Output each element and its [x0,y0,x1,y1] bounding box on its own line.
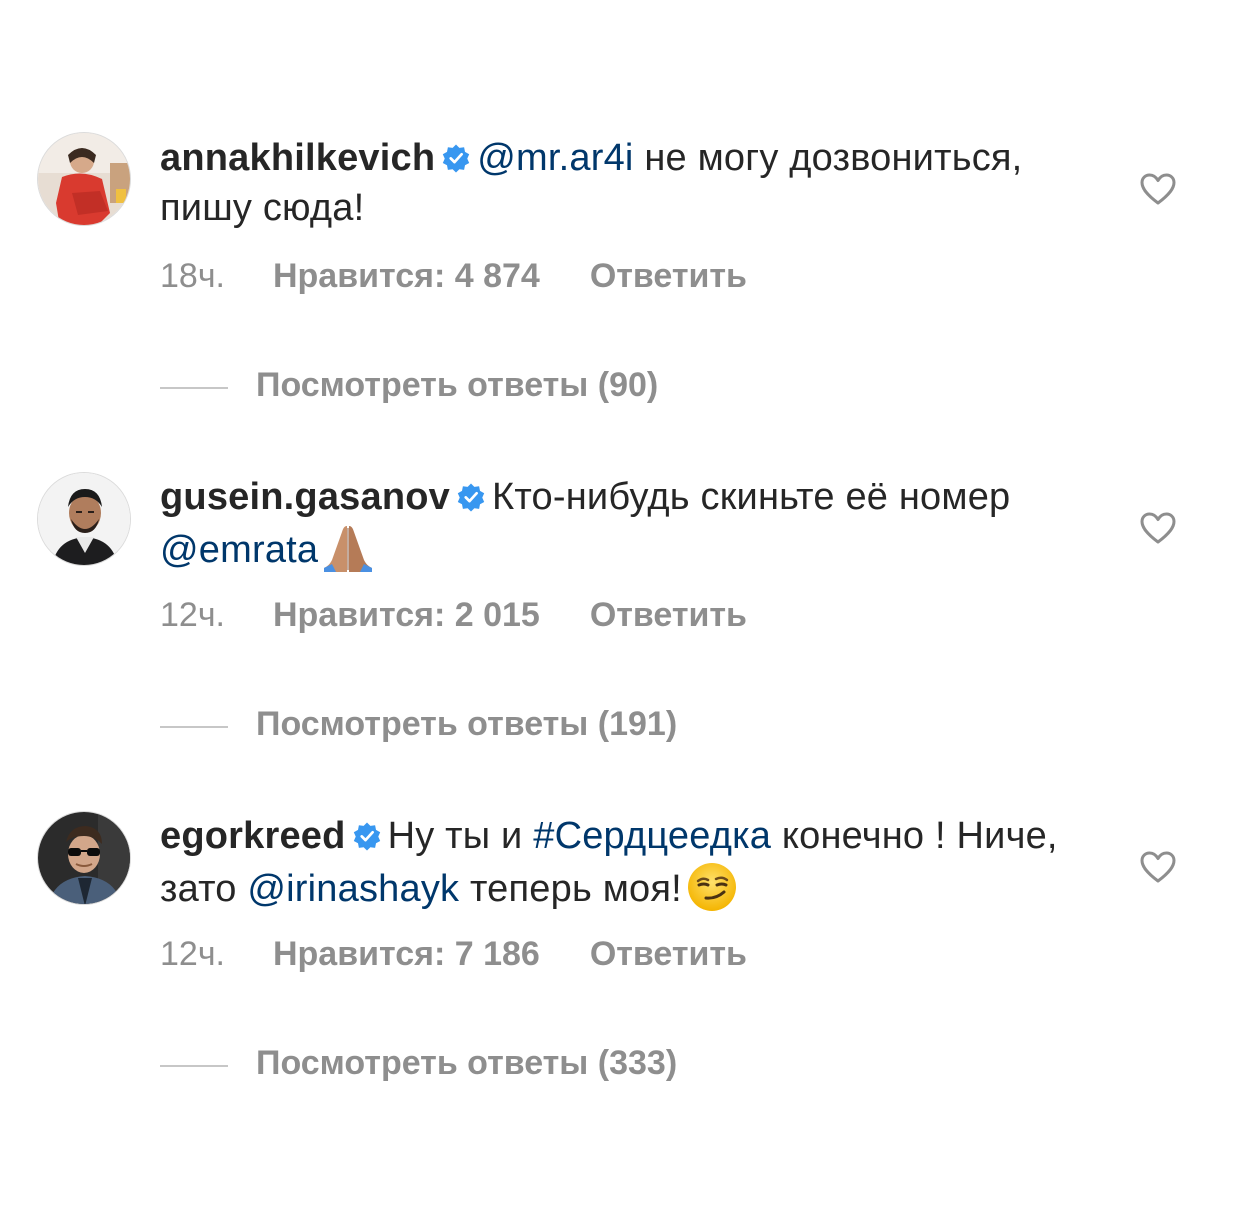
view-replies-button[interactable]: Посмотреть ответы (90) [160,365,658,405]
comment-text: annakhilkevich @mr.ar4i не могу дозвонить… [160,133,1080,233]
hashtag-link[interactable]: #Сердцеедка [533,815,771,857]
verified-badge-icon [457,483,485,512]
mention-link[interactable]: @emrata [160,529,318,571]
replies-divider [160,386,228,389]
comment-meta: 12ч. Нравится: 7 186 Ответить [160,934,747,974]
comment-timestamp: 12ч. [160,596,225,634]
replies-divider [160,725,228,728]
comment-body: Ну ты и [387,815,534,857]
reply-button[interactable]: Ответить [590,935,747,973]
comment-username[interactable]: annakhilkevich [160,137,435,179]
folded-hands-icon [324,526,373,572]
view-replies-button[interactable]: Посмотреть ответы (333) [160,1043,677,1083]
view-replies-button[interactable]: Посмотреть ответы (191) [160,704,677,744]
avatar[interactable] [37,132,131,226]
replies-divider [160,1064,228,1067]
reply-button[interactable]: Ответить [590,596,747,634]
view-replies-label: Посмотреть ответы (333) [256,1044,678,1082]
heart-outline-icon[interactable] [1140,173,1176,205]
view-replies-label: Посмотреть ответы (90) [256,366,659,404]
comment-body: теперь моя! [459,868,682,910]
likes-count[interactable]: Нравится: 2 015 [273,596,540,634]
verified-badge-icon [443,144,470,173]
view-replies-label: Посмотреть ответы (191) [256,705,678,743]
verified-badge-icon [353,822,380,851]
mention-link[interactable]: @irinashayk [247,868,459,910]
heart-outline-icon[interactable] [1140,851,1176,883]
comment-meta: 12ч. Нравится: 2 015 Ответить [160,595,747,635]
comment-meta: 18ч. Нравится: 4 874 Ответить [160,256,747,296]
mention-link[interactable]: @mr.ar4i [477,137,633,179]
comment-username[interactable]: gusein.gasanov [160,476,450,518]
comment-body: Кто-нибудь скиньте её номер [492,476,1011,518]
reply-button[interactable]: Ответить [590,257,747,295]
avatar[interactable] [37,472,131,566]
likes-count[interactable]: Нравится: 7 186 [273,935,540,973]
smirking-face-icon [687,863,736,911]
comment-username[interactable]: egorkreed [160,815,346,857]
comment-text: gusein.gasanov Кто-нибудь скиньте её номе… [160,472,1080,575]
comment-text: egorkreed Ну ты и #Сердцеедка конечно ! Н… [160,811,1080,914]
heart-outline-icon[interactable] [1140,512,1176,544]
avatar[interactable] [37,811,131,905]
comment-timestamp: 12ч. [160,935,225,973]
comment-timestamp: 18ч. [160,257,225,295]
likes-count[interactable]: Нравится: 4 874 [273,257,540,295]
